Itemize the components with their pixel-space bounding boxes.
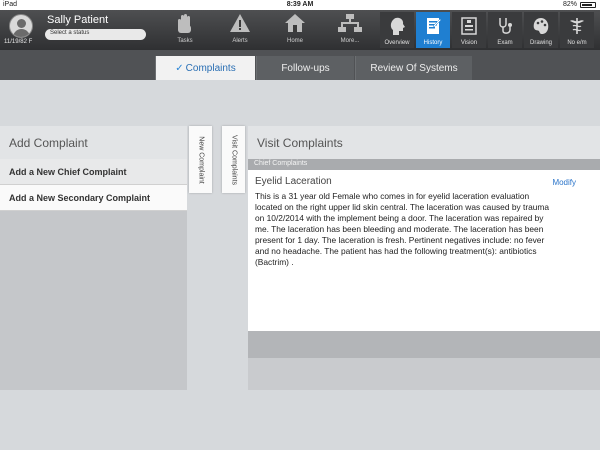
palette-icon [533,18,549,34]
battery-icon [580,1,596,8]
segment-bar: ✓ Complaints Follow-ups Review Of System… [0,50,600,80]
complaint-description: This is a 31 year old Female who comes i… [255,191,550,267]
hand-icon [178,14,191,33]
vertical-tab-new-complaint[interactable]: New Complaint [189,126,212,193]
caduceus-icon [570,18,584,34]
eye-chart-icon [461,17,477,35]
nav-more-label: More... [340,38,360,44]
home-icon [285,14,305,32]
tab-exam-label: Exam [497,40,513,46]
nav-tasks-label: Tasks [177,38,193,44]
segment-follow-ups-label: Follow-ups [281,62,330,74]
tab-exam[interactable]: Exam [488,12,522,48]
add-chief-complaint-item[interactable]: Add a New Chief Complaint [0,159,187,185]
nav-home-label: Home [286,38,303,44]
ios-status-bar: iPad 8:39 AM 82% [0,0,600,10]
tab-overview[interactable]: Overview [380,12,414,48]
tab-drawing-label: Drawing [529,40,552,46]
add-complaint-title: Add Complaint [0,126,187,159]
vertical-tab-visit-complaints-label: Visit Complaints [230,134,237,185]
patient-avatar[interactable] [9,14,33,38]
panel-footer-bar [248,331,600,358]
nav-alerts-label: Alerts [232,38,248,44]
nav-home[interactable]: Home [270,10,320,44]
patient-name: Sally Patient [47,14,109,26]
clock: 8:39 AM [286,1,314,8]
complaint-card[interactable]: Eyelid Laceration Modify This is a 31 ye… [248,170,600,331]
segment-complaints[interactable]: ✓ Complaints [155,56,255,80]
complaint-title: Eyelid Laceration [255,176,332,187]
head-profile-icon [390,17,405,35]
segment-follow-ups[interactable]: Follow-ups [256,56,354,80]
tab-vision-label: Vision [460,40,478,46]
patient-dob: 11/19/82 F [4,39,33,45]
status-select[interactable]: Select a status [45,29,146,40]
visit-complaints-title: Visit Complaints [248,126,600,159]
warning-icon [230,14,250,32]
history-icon [427,18,442,34]
segment-review-of-systems-label: Review Of Systems [370,62,458,74]
add-secondary-complaint-item[interactable]: Add a New Secondary Complaint [0,185,187,211]
battery-percent: 82% [562,1,577,8]
nav-tasks[interactable]: Tasks [160,10,210,44]
tab-drawing[interactable]: Drawing [524,12,558,48]
modify-link[interactable]: Modify [552,178,576,187]
tab-vision[interactable]: Vision [452,12,486,48]
tab-no-em[interactable]: No e/m [560,12,594,48]
vertical-tab-new-complaint-label: New Complaint [197,135,204,184]
segment-complaints-label: Complaints [185,62,236,74]
vertical-tab-visit-complaints[interactable]: Visit Complaints [222,126,245,193]
segment-review-of-systems[interactable]: Review Of Systems [355,56,472,80]
nav-more[interactable]: More... [325,10,375,44]
stethoscope-icon [499,18,512,34]
battery-status: 82% [563,1,596,8]
app-header: 11/19/82 F Sally Patient Select a status… [0,10,600,50]
tab-overview-label: Overview [384,40,410,46]
chief-complaints-section-header: Chief Complaints [248,159,600,170]
visit-complaints-panel: Visit Complaints Chief Complaints Eyelid… [248,126,600,390]
tab-no-em-label: No e/m [567,40,587,46]
tab-history[interactable]: History [416,12,450,48]
checkmark-icon: ✓ [175,62,184,74]
add-complaint-panel: Add Complaint Add a New Chief Complaint … [0,126,187,390]
main-nav: Tasks Alerts Home More... [160,10,380,44]
tab-history-label: History [423,40,443,46]
chart-tab-nav: Overview History Vision Exam Drawing No … [380,12,596,48]
nav-alerts[interactable]: Alerts [215,10,265,44]
sitemap-icon [338,14,362,32]
